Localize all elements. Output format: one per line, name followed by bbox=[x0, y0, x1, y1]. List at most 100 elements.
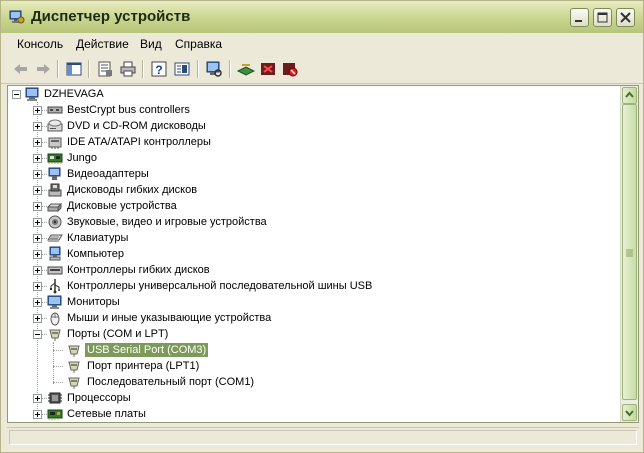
title-bar[interactable]: Диспетчер устройств bbox=[1, 1, 643, 34]
minimize-icon bbox=[575, 20, 582, 22]
sound-icon bbox=[47, 214, 63, 230]
expand-toggle[interactable] bbox=[33, 410, 42, 419]
expand-toggle[interactable] bbox=[33, 314, 42, 323]
back-button[interactable] bbox=[11, 59, 31, 79]
toolbar-separator bbox=[229, 60, 231, 78]
scroll-down-button[interactable] bbox=[622, 404, 637, 421]
uninstall-button[interactable] bbox=[258, 59, 278, 79]
disable-button[interactable] bbox=[280, 59, 300, 79]
port-icon bbox=[66, 342, 82, 358]
toolbar-separator bbox=[57, 60, 59, 78]
toolbar-separator bbox=[142, 60, 144, 78]
tree-line bbox=[53, 382, 63, 384]
floppy-controller-icon bbox=[47, 262, 63, 278]
expand-toggle[interactable] bbox=[33, 186, 42, 195]
tree-item-label: Контроллеры универсальной последовательн… bbox=[67, 280, 373, 292]
status-bar bbox=[7, 427, 639, 448]
processor-icon bbox=[47, 390, 63, 406]
close-icon bbox=[620, 12, 631, 23]
expand-toggle[interactable] bbox=[33, 218, 42, 227]
toolbar-separator bbox=[88, 60, 90, 78]
arrow-up-icon bbox=[625, 91, 634, 98]
menu-console[interactable]: Консоль bbox=[17, 37, 63, 51]
back-icon bbox=[14, 64, 27, 74]
maximize-button[interactable] bbox=[593, 8, 612, 27]
computer-icon bbox=[25, 86, 41, 102]
scroll-up-button[interactable] bbox=[622, 87, 637, 104]
tree-child-label: Последовательный порт (COM1) bbox=[87, 376, 255, 388]
tree-child-label: Порт принтера (LPT1) bbox=[87, 360, 200, 372]
menu-bar: Консоль Действие Вид Справка bbox=[1, 33, 643, 56]
scan-hardware-button[interactable] bbox=[204, 59, 224, 79]
tree-item-label: Дисковые устройства bbox=[67, 200, 177, 212]
disk-drive-icon bbox=[47, 198, 63, 214]
toolbar-separator bbox=[197, 60, 199, 78]
expand-toggle[interactable] bbox=[33, 266, 42, 275]
update-driver-button[interactable] bbox=[236, 59, 256, 79]
tree-line bbox=[53, 342, 55, 384]
expand-toggle[interactable] bbox=[33, 202, 42, 211]
close-button[interactable] bbox=[616, 8, 635, 27]
expand-toggle[interactable] bbox=[33, 282, 42, 291]
expand-toggle[interactable] bbox=[33, 298, 42, 307]
port-icon bbox=[66, 374, 82, 390]
device-manager-window: Диспетчер устройств Консоль Действие Вид… bbox=[0, 0, 644, 453]
console-tree-button[interactable] bbox=[64, 59, 84, 79]
show-hide-button[interactable] bbox=[172, 59, 192, 79]
forward-button[interactable] bbox=[33, 59, 53, 79]
tree-line bbox=[53, 366, 63, 368]
device-manager-icon bbox=[9, 9, 25, 25]
uninstall-icon bbox=[261, 63, 275, 75]
expand-toggle[interactable] bbox=[33, 106, 42, 115]
expand-toggle[interactable] bbox=[33, 154, 42, 163]
tree-item-label: Порты (COM и LPT) bbox=[67, 328, 169, 340]
expand-toggle[interactable] bbox=[33, 170, 42, 179]
show-hide-icon bbox=[174, 62, 190, 76]
tree-item-label: Мыши и иные указывающие устройства bbox=[67, 312, 272, 324]
keyboard-icon bbox=[47, 230, 63, 246]
tree-child-label-selected: USB Serial Port (COM3) bbox=[85, 343, 209, 357]
expand-toggle[interactable] bbox=[33, 138, 42, 147]
tree-item-label: Процессоры bbox=[67, 392, 131, 404]
tree-item-label: Звуковые, видео и игровые устройства bbox=[67, 216, 267, 228]
menu-help[interactable]: Справка bbox=[175, 37, 222, 51]
tree-line bbox=[37, 102, 39, 417]
port-icon bbox=[66, 358, 82, 374]
computer-icon bbox=[47, 246, 63, 262]
expand-toggle[interactable] bbox=[33, 122, 42, 131]
cdrom-icon bbox=[47, 118, 63, 134]
menu-action[interactable]: Действие bbox=[76, 37, 129, 51]
minimize-button[interactable] bbox=[570, 8, 589, 27]
status-cell bbox=[9, 430, 637, 445]
collapse-toggle[interactable] bbox=[33, 330, 42, 339]
expand-toggle[interactable] bbox=[33, 234, 42, 243]
network-card-icon bbox=[47, 406, 63, 422]
expand-toggle[interactable] bbox=[33, 250, 42, 259]
vertical-scrollbar[interactable] bbox=[620, 86, 638, 422]
tree-item-label: Сетевые платы bbox=[67, 408, 146, 420]
tree-item-label: Видеоадаптеры bbox=[67, 168, 149, 180]
bus-controller-icon bbox=[47, 102, 63, 118]
device-tree[interactable]: DZHEVAGA BestCrypt bus controllers DVD и … bbox=[7, 85, 639, 423]
tree-item-label: Jungo bbox=[67, 152, 97, 164]
maximize-icon bbox=[597, 12, 608, 23]
forward-icon bbox=[37, 64, 50, 74]
scroll-thumb[interactable] bbox=[622, 104, 637, 400]
toolbar: ? bbox=[1, 55, 643, 84]
expand-toggle[interactable] bbox=[33, 394, 42, 403]
menu-view[interactable]: Вид bbox=[140, 37, 162, 51]
grip-icon bbox=[626, 249, 633, 257]
tree-root-label: DZHEVAGA bbox=[44, 88, 104, 100]
tree-item-label: Клавиатуры bbox=[67, 232, 129, 244]
collapse-toggle[interactable] bbox=[12, 90, 21, 99]
properties-button[interactable] bbox=[95, 59, 115, 79]
disable-icon bbox=[283, 63, 298, 77]
help-button[interactable]: ? bbox=[149, 59, 169, 79]
tree-line bbox=[53, 350, 63, 352]
update-driver-icon bbox=[236, 64, 256, 76]
print-icon bbox=[120, 61, 136, 77]
port-icon bbox=[47, 326, 63, 342]
print-button[interactable] bbox=[118, 59, 138, 79]
floppy-icon bbox=[47, 182, 63, 198]
svg-text:?: ? bbox=[155, 63, 162, 77]
